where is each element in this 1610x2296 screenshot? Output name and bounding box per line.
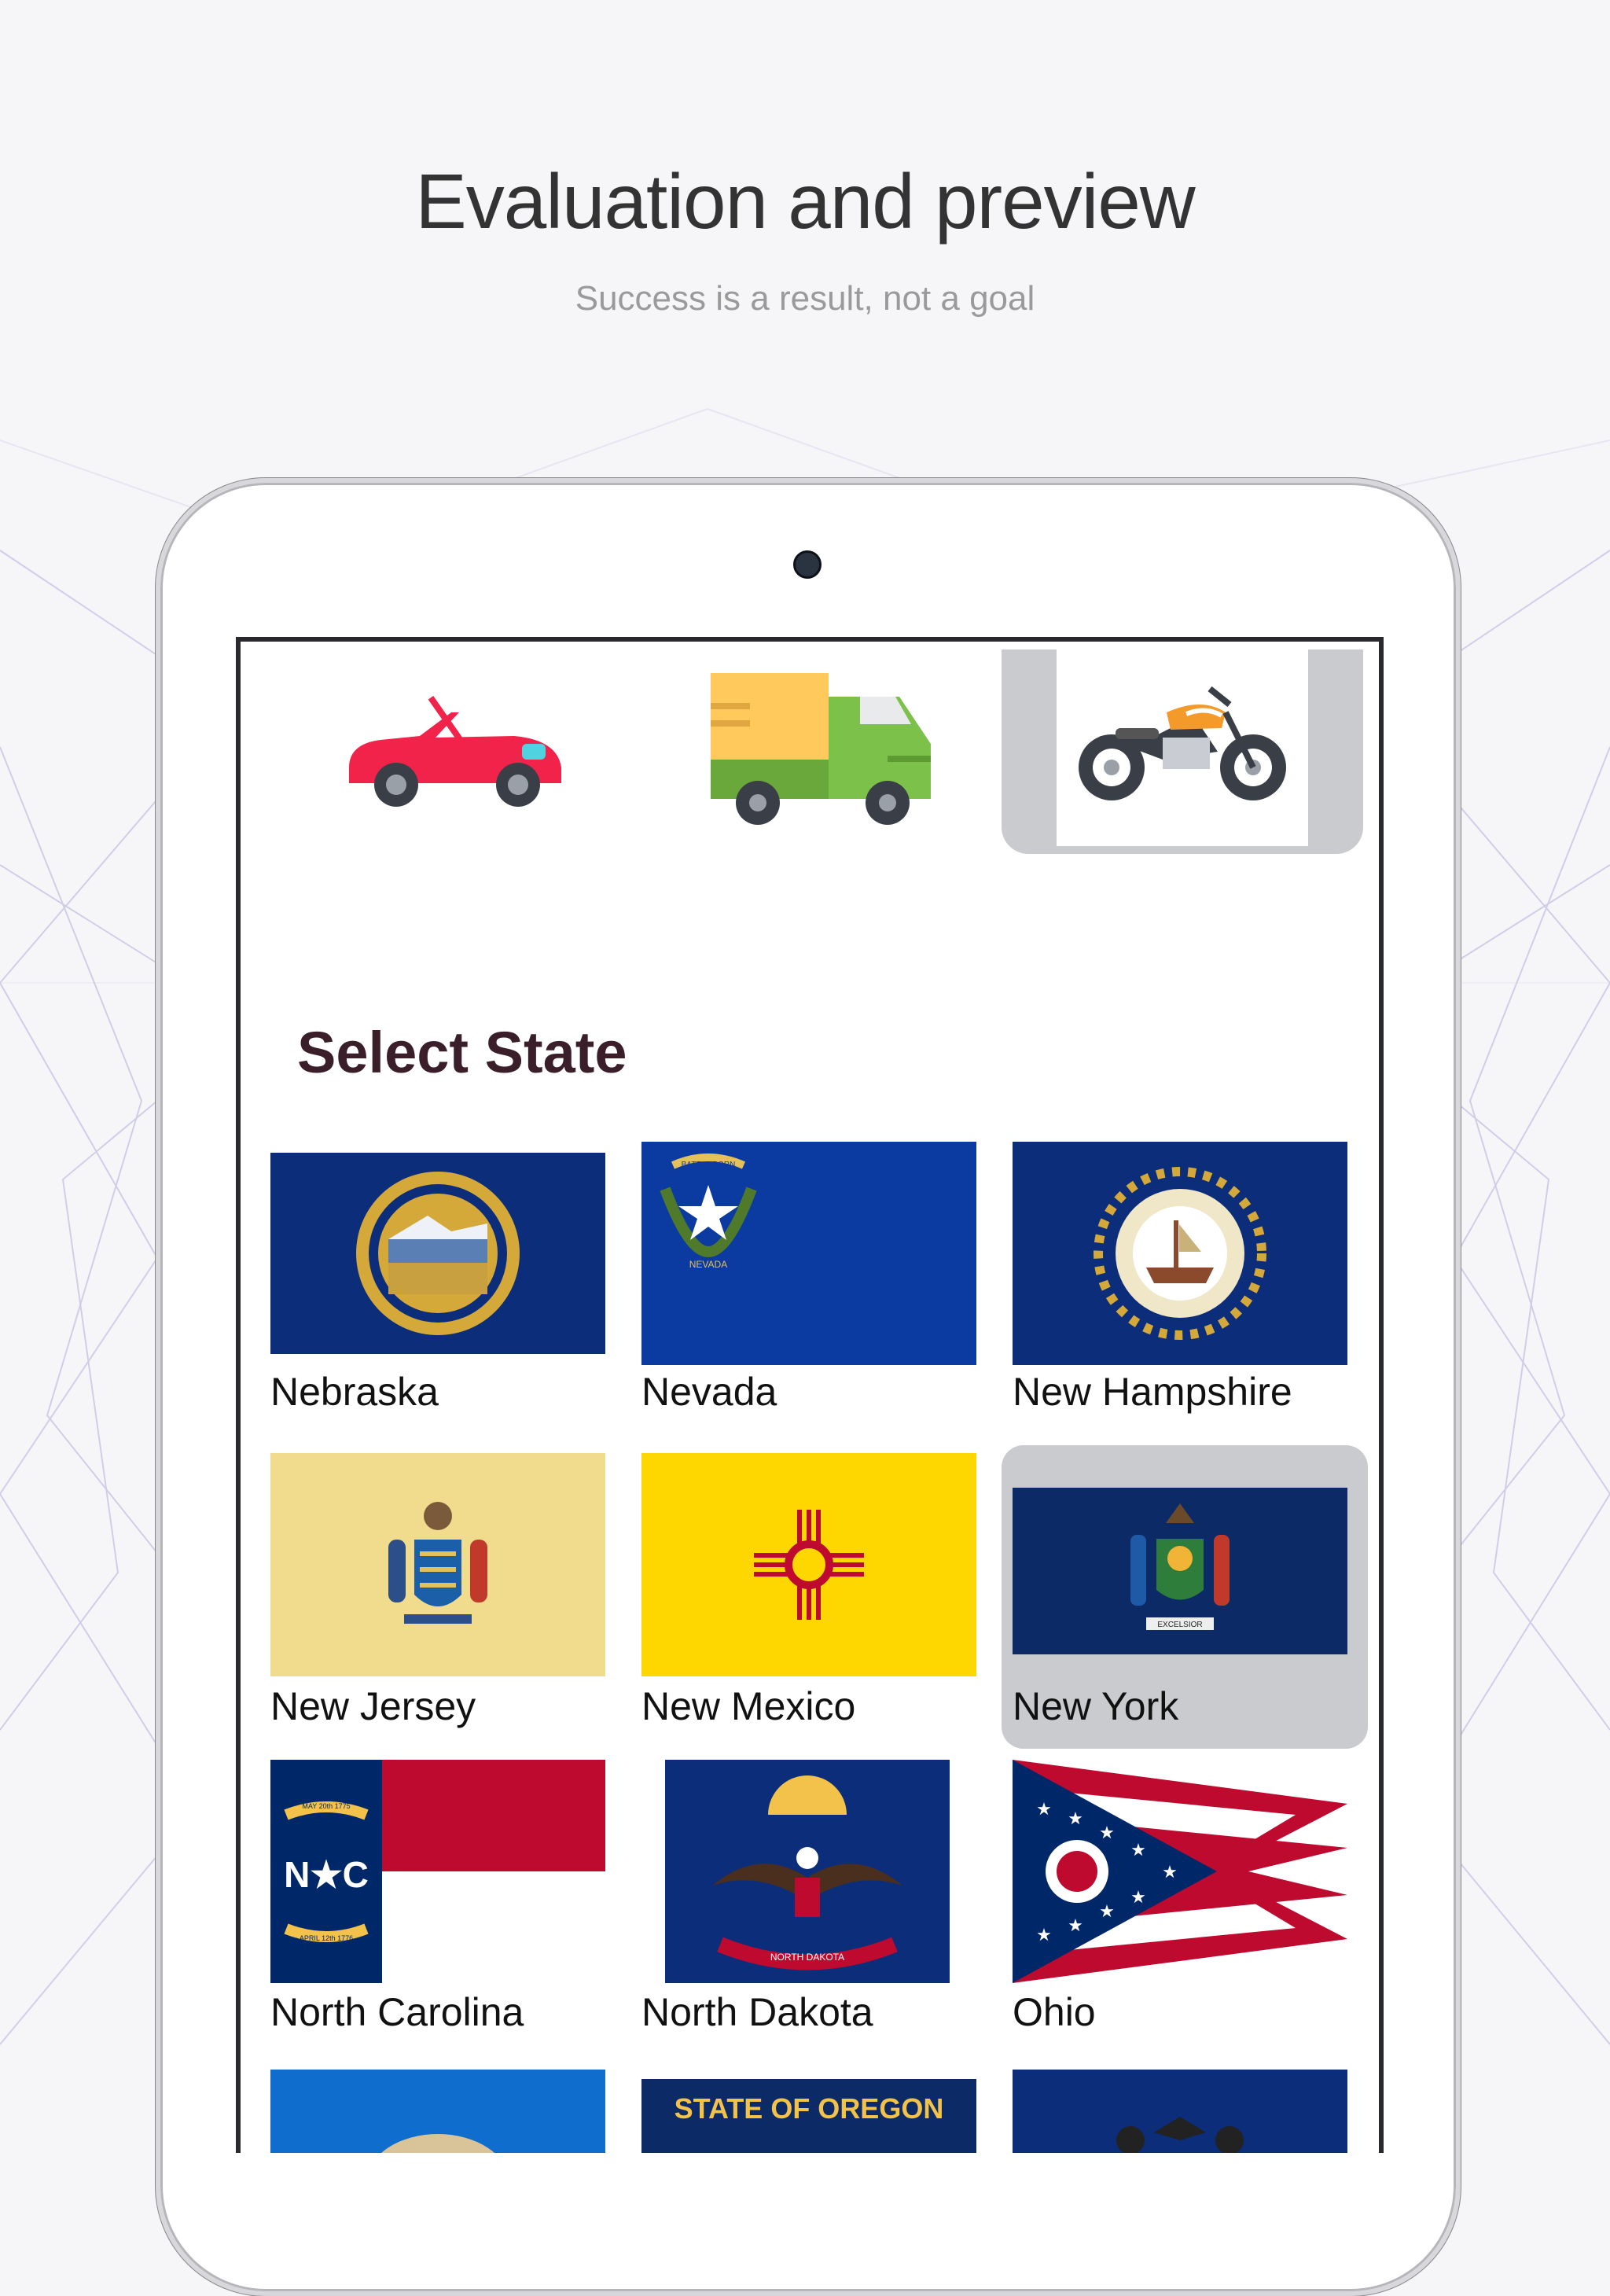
oklahoma-flag-icon	[270, 2070, 605, 2153]
pennsylvania-flag-icon	[1013, 2070, 1347, 2153]
state-tile-oklahoma[interactable]	[270, 2070, 632, 2153]
state-label: Nevada	[641, 1370, 777, 1414]
state-tile-pennsylvania[interactable]	[1013, 2070, 1374, 2153]
app-screen: Select State Nebraska BATTLE BORN NEVADA…	[236, 637, 1384, 2153]
state-label: Nebraska	[270, 1370, 439, 1414]
new-mexico-flag-icon	[641, 1453, 976, 1676]
nevada-flag-icon: BATTLE BORN NEVADA	[641, 1142, 976, 1365]
vehicle-car[interactable]	[270, 649, 632, 854]
state-tile-nevada[interactable]: BATTLE BORN NEVADA Nevada	[641, 1142, 1003, 1444]
state-tile-new-york[interactable]: EXCELSIOR New York	[1002, 1445, 1368, 1749]
svg-text:★: ★	[1099, 1823, 1115, 1842]
motorcycle-icon	[1079, 686, 1286, 800]
vehicle-truck[interactable]	[640, 649, 1002, 854]
svg-text:STATE OF OREGON: STATE OF OREGON	[675, 2092, 944, 2125]
svg-text:★: ★	[1068, 1808, 1083, 1828]
oregon-flag-icon: STATE OF OREGON	[641, 2079, 976, 2153]
svg-text:MAY 20th 1775: MAY 20th 1775	[302, 1802, 350, 1810]
state-tile-north-dakota[interactable]: NORTH DAKOTA North Dakota	[641, 1760, 1003, 2059]
svg-text:★: ★	[1036, 1799, 1052, 1819]
svg-text:BATTLE BORN: BATTLE BORN	[682, 1161, 736, 1169]
svg-text:★: ★	[1130, 1887, 1146, 1907]
state-tile-new-hampshire[interactable]: New Hampshire	[1013, 1142, 1374, 1444]
new-jersey-flag-icon	[270, 1453, 605, 1676]
state-label: Ohio	[1013, 1990, 1096, 2034]
state-label: New Hampshire	[1013, 1370, 1292, 1414]
state-label: New York	[1013, 1684, 1179, 1728]
svg-text:EXCELSIOR: EXCELSIOR	[1157, 1621, 1202, 1629]
ohio-flag-icon: ★ ★ ★ ★ ★ ★ ★ ★ ★	[1013, 1760, 1347, 1983]
nebraska-flag-icon	[270, 1153, 605, 1354]
state-tile-nebraska[interactable]: Nebraska	[270, 1145, 632, 1444]
promo-subhead: Success is a result, not a goal	[575, 279, 1035, 318]
state-tile-oregon[interactable]: STATE OF OREGON	[641, 2070, 1003, 2153]
svg-text:NEVADA: NEVADA	[689, 1259, 727, 1270]
truck-icon	[711, 673, 931, 825]
north-dakota-flag-icon: NORTH DAKOTA	[665, 1760, 950, 1983]
svg-text:★: ★	[1099, 1901, 1115, 1921]
svg-text:★: ★	[1162, 1862, 1178, 1882]
state-label: New Jersey	[270, 1684, 476, 1728]
new-hampshire-flag-icon	[1013, 1142, 1347, 1365]
new-york-flag-icon: EXCELSIOR	[1013, 1488, 1347, 1654]
svg-text:APRIL 12th 1776: APRIL 12th 1776	[300, 1934, 353, 1942]
state-label: North Carolina	[270, 1990, 524, 2034]
north-carolina-flag-icon: N★C MAY 20th 1775 APRIL 12th 1776	[270, 1760, 605, 1983]
promo-headline: Evaluation and preview	[415, 158, 1195, 245]
svg-text:★: ★	[1036, 1925, 1052, 1945]
car-icon	[349, 696, 561, 807]
state-label: New Mexico	[641, 1684, 856, 1728]
state-tile-new-mexico[interactable]: New Mexico	[641, 1452, 1003, 1750]
vehicle-motorcycle[interactable]	[1002, 649, 1363, 854]
svg-text:N★C: N★C	[284, 1854, 369, 1895]
state-tile-ohio[interactable]: ★ ★ ★ ★ ★ ★ ★ ★ ★ Ohio	[1013, 1760, 1374, 2059]
vehicle-motorcycle-tile	[1057, 649, 1308, 846]
state-label: North Dakota	[641, 1990, 873, 2034]
svg-text:NORTH DAKOTA: NORTH DAKOTA	[770, 1952, 844, 1963]
camera-icon	[793, 550, 822, 579]
svg-text:★: ★	[1130, 1840, 1146, 1860]
section-title: Select State	[297, 1020, 627, 1085]
svg-text:★: ★	[1068, 1915, 1083, 1935]
state-tile-north-carolina[interactable]: N★C MAY 20th 1775 APRIL 12th 1776 North …	[270, 1760, 632, 2059]
state-tile-new-jersey[interactable]: New Jersey	[270, 1452, 632, 1750]
